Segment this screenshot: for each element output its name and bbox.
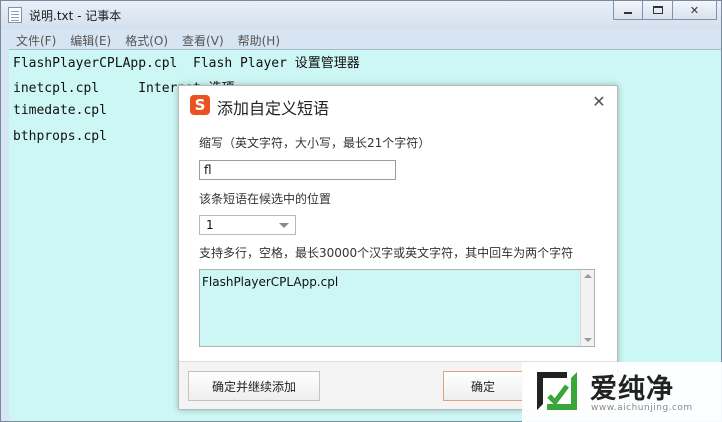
dialog-title: 添加自定义短语 <box>217 99 330 118</box>
dialog-close-button[interactable]: ✕ <box>591 94 607 110</box>
position-label: 该条短语在候选中的位置 <box>199 192 332 206</box>
phrase-content-text: FlashPlayerCPLApp.cpl <box>202 275 339 289</box>
window-title: 说明.txt - 记事本 <box>29 9 122 23</box>
site-watermark: 爱纯净 www.aichunjing.com <box>522 362 722 422</box>
watermark-logo-icon <box>537 372 577 410</box>
minimize-button[interactable] <box>613 1 643 20</box>
phrase-content-textarea[interactable]: FlashPlayerCPLApp.cpl <box>199 269 595 347</box>
minimize-icon <box>624 12 632 14</box>
menu-format[interactable]: 格式(O) <box>118 30 175 50</box>
menu-view[interactable]: 查看(V) <box>175 30 231 50</box>
editor-line: timedate.cpl <box>13 103 107 118</box>
notepad-app-icon <box>8 7 22 23</box>
window-controls: ✕ <box>613 1 717 20</box>
menu-help[interactable]: 帮助(H) <box>231 30 287 50</box>
watermark-url: www.aichunjing.com <box>591 403 693 413</box>
abbreviation-input[interactable] <box>199 160 396 180</box>
textarea-scrollbar[interactable] <box>580 270 594 346</box>
editor-line: FlashPlayerCPLApp.cpl Flash Player 设置管理器 <box>13 56 360 71</box>
close-window-button[interactable]: ✕ <box>673 1 717 20</box>
confirm-button[interactable]: 确定 <box>443 371 523 401</box>
scroll-up-icon[interactable] <box>584 274 592 278</box>
close-icon: ✕ <box>592 92 606 111</box>
position-select-value: 1 <box>206 218 214 232</box>
menu-file[interactable]: 文件(F) <box>9 30 63 50</box>
menu-edit[interactable]: 编辑(E) <box>63 30 118 50</box>
menu-bar: 文件(F) 编辑(E) 格式(O) 查看(V) 帮助(H) <box>9 30 287 50</box>
sogou-logo-icon: S <box>190 95 210 115</box>
title-bar: 说明.txt - 记事本 ✕ <box>1 1 721 29</box>
maximize-icon <box>652 6 663 14</box>
close-icon: ✕ <box>689 3 700 17</box>
confirm-and-continue-button[interactable]: 确定并继续添加 <box>188 371 320 401</box>
editor-line: bthprops.cpl <box>13 129 107 144</box>
abbreviation-label: 缩写（英文字符，大小写，最长21个字符） <box>199 136 431 150</box>
content-label: 支持多行，空格，最长30000个汉字或英文字符，其中回车为两个字符 <box>199 246 574 260</box>
watermark-text: 爱纯净 <box>590 374 674 405</box>
maximize-button[interactable] <box>643 1 673 20</box>
chevron-down-icon <box>279 223 289 228</box>
scroll-down-icon[interactable] <box>584 338 592 342</box>
position-select[interactable]: 1 <box>199 215 296 235</box>
